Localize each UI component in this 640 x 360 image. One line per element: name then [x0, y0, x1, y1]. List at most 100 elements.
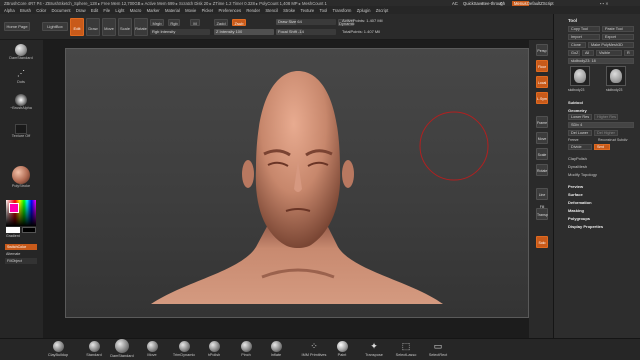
- copy-tool-button[interactable]: Copy Tool: [568, 26, 600, 32]
- solo-button[interactable]: Solo: [536, 236, 548, 248]
- draw-button[interactable]: Draw: [86, 18, 100, 36]
- menu-picker[interactable]: Picker: [202, 8, 214, 13]
- goz-button[interactable]: GoZ: [568, 50, 580, 56]
- menu-light[interactable]: Light: [115, 8, 124, 13]
- menu-stroke[interactable]: Stroke: [283, 8, 295, 13]
- rotate-button[interactable]: Rotate: [134, 18, 148, 36]
- menu-render[interactable]: Render: [246, 8, 260, 13]
- z-intensity-slider[interactable]: Z Intensity 100: [214, 29, 274, 35]
- menu-brush[interactable]: Brush: [20, 8, 31, 13]
- masking-section[interactable]: Masking: [568, 208, 584, 213]
- menu-color[interactable]: Color: [36, 8, 46, 13]
- focal-shift-slider[interactable]: Focal Shift -14: [276, 29, 336, 35]
- zsub-button[interactable]: Zsub: [232, 19, 246, 26]
- menu-stencil[interactable]: Stencil: [265, 8, 278, 13]
- transp-button[interactable]: Transp: [536, 208, 548, 220]
- menu-tool[interactable]: Tool: [320, 8, 328, 13]
- secondary-color-swatch[interactable]: [6, 227, 20, 233]
- modify-topology-section[interactable]: Modify Topology: [568, 172, 597, 177]
- rgb-button[interactable]: Rgb: [168, 19, 180, 26]
- default-zscript-button[interactable]: DefaultZScript: [527, 1, 554, 6]
- local-button[interactable]: Local: [536, 76, 548, 88]
- paste-tool-button[interactable]: Paste Tool: [602, 26, 634, 32]
- tool-slider[interactable]: skdbody23: 18: [568, 58, 634, 64]
- claypolish-section[interactable]: ClayPolish: [568, 156, 587, 161]
- brush-hpolish[interactable]: hPolish: [196, 341, 232, 359]
- make-polymesh-button[interactable]: Make PolyMesh3D: [588, 42, 634, 48]
- freeze-label[interactable]: Freeze: [568, 138, 579, 142]
- texture-picker[interactable]: Texture Off: [8, 124, 34, 146]
- edit-button[interactable]: Edit: [70, 18, 84, 36]
- fill-object-button[interactable]: FillObject: [5, 258, 37, 264]
- dynamesh-section[interactable]: DynaMesh: [568, 164, 587, 169]
- ac-button[interactable]: AC: [452, 1, 458, 6]
- tool-thumbnail-2[interactable]: [606, 66, 626, 86]
- tool-thumbnail-1[interactable]: [570, 66, 590, 86]
- brush-selectlasso[interactable]: ⬚ SelectLasso: [388, 341, 424, 359]
- lsym-button[interactable]: L.Sym: [536, 92, 548, 104]
- del-higher-button[interactable]: Del Higher: [594, 130, 618, 136]
- display-properties-section[interactable]: Display Properties: [568, 224, 603, 229]
- r-button[interactable]: R: [624, 50, 634, 56]
- lower-res-button[interactable]: Lower Res: [568, 114, 592, 120]
- menu-draw[interactable]: Draw: [76, 8, 86, 13]
- brush-paint[interactable]: Paint: [324, 341, 360, 359]
- alternate-label[interactable]: Alternate: [6, 252, 20, 256]
- menu-document[interactable]: Document: [51, 8, 70, 13]
- material-picker[interactable]: PolyStroke: [8, 166, 34, 194]
- frame-button[interactable]: Frame: [536, 116, 548, 128]
- menu-zplugin[interactable]: Zplugin: [357, 8, 371, 13]
- rotate-view-button[interactable]: Rotate: [536, 164, 548, 176]
- visible-button[interactable]: Visible: [596, 50, 622, 56]
- del-lower-button[interactable]: Del Lower: [568, 130, 592, 136]
- linefill-button[interactable]: Line Fill: [536, 188, 548, 209]
- deformation-section[interactable]: Deformation: [568, 200, 592, 205]
- menu-texture[interactable]: Texture: [301, 8, 315, 13]
- primary-color-swatch[interactable]: [22, 227, 36, 233]
- m-button[interactable]: M: [190, 19, 200, 26]
- menu-edit[interactable]: Edit: [91, 8, 98, 13]
- mrgb-button[interactable]: Mrgb: [150, 19, 164, 26]
- draw-size-slider[interactable]: Draw Size 64: [276, 19, 336, 25]
- subtool-section[interactable]: Subtool: [568, 100, 583, 105]
- floor-button[interactable]: Floor: [536, 60, 548, 72]
- move-button[interactable]: Move: [102, 18, 116, 36]
- menu-material[interactable]: Material: [165, 8, 180, 13]
- menu-macro[interactable]: Macro: [130, 8, 142, 13]
- rgb-intensity-slider[interactable]: Rgb Intensity: [150, 29, 210, 35]
- menu-alpha[interactable]: Alpha: [4, 8, 15, 13]
- zadd-button[interactable]: Zadd: [214, 19, 228, 26]
- all-button[interactable]: All: [582, 50, 594, 56]
- clone-button[interactable]: Clone: [568, 42, 586, 48]
- color-picker-hue[interactable]: [6, 200, 36, 226]
- brush-selectrect[interactable]: ▭ SelectRect: [420, 341, 456, 359]
- switch-color-button[interactable]: SwitchColor: [5, 244, 37, 250]
- polygroups-section[interactable]: Polygroups: [568, 216, 590, 221]
- main-color-swatch[interactable]: [9, 203, 19, 213]
- gradient-label[interactable]: Gradient: [6, 234, 20, 238]
- menu-file[interactable]: File: [103, 8, 110, 13]
- brush-inflate[interactable]: Inflate: [258, 341, 294, 359]
- head-bust-model[interactable]: [66, 49, 530, 319]
- scale-button[interactable]: Scale: [118, 18, 132, 36]
- brush-claybuildup[interactable]: ClayBuildup: [40, 341, 76, 359]
- scale-view-button[interactable]: Scale: [536, 148, 548, 160]
- divide-button[interactable]: Divide: [568, 144, 592, 150]
- alpha-picker[interactable]: ~BrushAlpha: [8, 94, 34, 114]
- brush-picker[interactable]: DamStandard: [8, 44, 34, 64]
- preview-section[interactable]: Preview: [568, 184, 583, 189]
- brush-transpose[interactable]: ✦ Transpose: [356, 341, 392, 359]
- menu-marker[interactable]: Marker: [147, 8, 160, 13]
- higher-res-button[interactable]: Higher Res: [594, 114, 618, 120]
- menu-preferences[interactable]: Preferences: [218, 8, 241, 13]
- reconstruct-label[interactable]: Reconstruct Subdiv: [598, 138, 627, 142]
- menu-transform[interactable]: Transform: [332, 8, 351, 13]
- window-controls[interactable]: ▪ ▪ ✕: [600, 1, 609, 6]
- surface-section[interactable]: Surface: [568, 192, 583, 197]
- document-canvas[interactable]: [65, 48, 529, 318]
- import-button[interactable]: Import: [568, 34, 600, 40]
- quicksave-button[interactable]: QuickSave: [463, 1, 483, 6]
- smt-button[interactable]: Smt: [594, 144, 610, 150]
- stroke-picker[interactable]: ⋰ Dots: [8, 68, 34, 88]
- menu-zscript[interactable]: Zscript: [376, 8, 389, 13]
